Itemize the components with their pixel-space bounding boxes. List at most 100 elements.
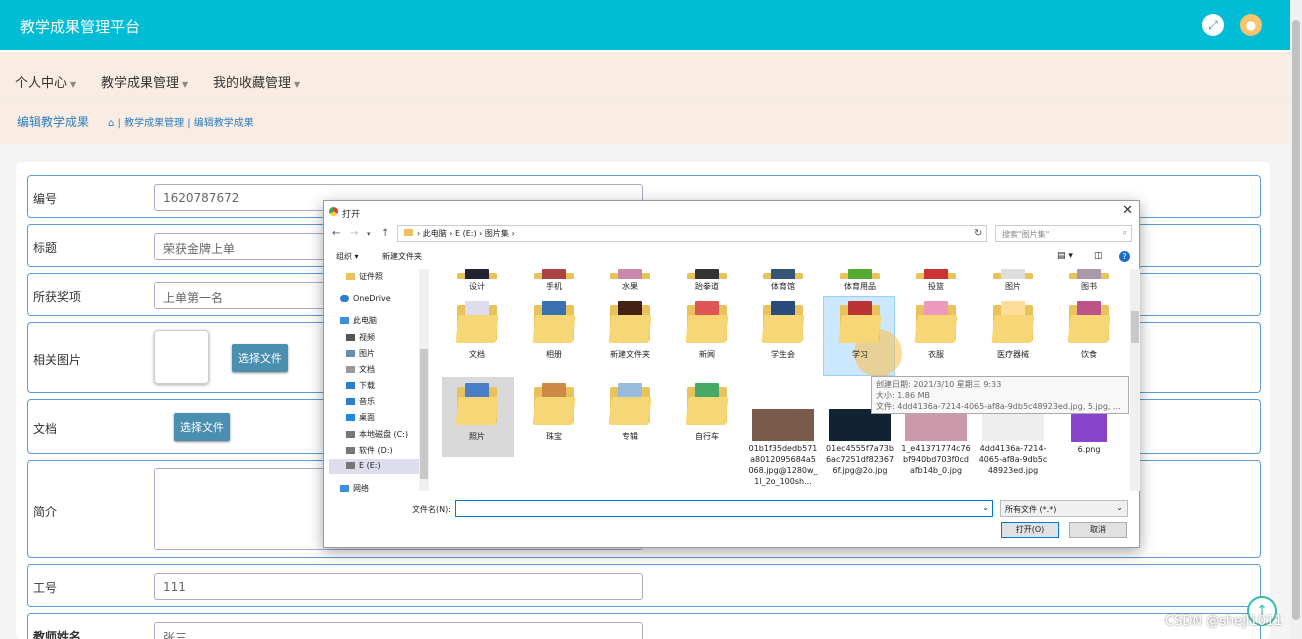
file-label: 1_e41371774c76bf940bd703f0cdafb14b_0.jpg bbox=[901, 444, 971, 475]
fullscreen-icon[interactable]: ⤢ bbox=[1202, 14, 1224, 36]
image-file-tile[interactable]: 1_e41371774c76bf940bd703f0cdafb14b_0.jpg bbox=[901, 409, 971, 476]
sidebar-item-drive-d[interactable]: 软件 (D:) bbox=[346, 445, 393, 456]
folder-tile[interactable]: 体育用品 bbox=[825, 269, 895, 292]
folder-tile[interactable]: 设计 bbox=[442, 269, 512, 292]
folder-tile[interactable]: 文档 bbox=[442, 301, 512, 360]
folder-tile[interactable]: 手机 bbox=[519, 269, 589, 292]
image-file-tile[interactable]: 01ec4555f7a73b6ac7251df823676f.jpg@2o.jp… bbox=[825, 409, 895, 476]
sidebar-item-id-photos[interactable]: 证件照 bbox=[346, 271, 383, 282]
watermark: CSDN @shejl1011 bbox=[1165, 614, 1283, 629]
folder-tile[interactable]: 投篮 bbox=[901, 269, 971, 292]
folder-tile[interactable]: 新建文件夹 bbox=[595, 301, 665, 360]
folder-tile[interactable]: 相册 bbox=[519, 301, 589, 360]
dialog-title: 打开 bbox=[342, 210, 361, 220]
folder-tile[interactable]: 饮食 bbox=[1054, 301, 1124, 360]
folder-tile[interactable]: 水果 bbox=[595, 269, 665, 292]
sidebar-item-onedrive[interactable]: OneDrive bbox=[340, 294, 391, 303]
nav-pane-scrollbar[interactable] bbox=[419, 269, 429, 491]
page-scrollbar-thumb[interactable] bbox=[1292, 20, 1300, 620]
avatar[interactable]: ● bbox=[1240, 14, 1262, 36]
sidebar-item-music[interactable]: 音乐 bbox=[346, 396, 375, 407]
folder-tile[interactable]: 新闻 bbox=[672, 301, 742, 360]
new-folder-button[interactable]: 新建文件夹 bbox=[382, 251, 422, 262]
organize-menu[interactable]: 组织 ▾ bbox=[336, 251, 359, 262]
preview-pane-icon[interactable]: ◫ bbox=[1094, 251, 1103, 261]
address-bar[interactable]: › 此电脑 › E (E:) › 图片集 › bbox=[397, 225, 987, 242]
folder-tile[interactable]: 跆拳道 bbox=[672, 269, 742, 292]
sidebar-item-videos[interactable]: 视频 bbox=[346, 332, 375, 343]
menu-favorites-management[interactable]: 我的收藏管理 ▼ bbox=[213, 72, 300, 91]
cancel-button[interactable]: 取消 bbox=[1069, 522, 1127, 538]
folder-tile[interactable]: 衣服 bbox=[901, 301, 971, 360]
view-options-icon[interactable]: ▤ ▾ bbox=[1057, 251, 1073, 261]
up-icon[interactable]: ↑ bbox=[381, 228, 389, 239]
sidebar-item-downloads[interactable]: 下载 bbox=[346, 380, 375, 391]
filename-input[interactable]: ⌄ bbox=[455, 500, 993, 517]
folder-tile[interactable]: 专辑 bbox=[595, 383, 665, 442]
open-button[interactable]: 打开(O) bbox=[1001, 522, 1059, 538]
sidebar-item-pictures[interactable]: 图片 bbox=[346, 348, 375, 359]
folder-tile[interactable]: 珠宝 bbox=[519, 383, 589, 442]
sidebar-item-drive-e[interactable]: E (E:) bbox=[346, 461, 381, 470]
image-file-tile[interactable]: 01b1f35dedb571a8012095684a5068.jpg@1280w… bbox=[748, 409, 818, 487]
forward-icon[interactable]: → bbox=[350, 228, 358, 239]
file-label: 4dd4136a-7214-4065-af8a-9db5c48923ed.jpg bbox=[978, 444, 1048, 475]
back-icon[interactable]: ← bbox=[332, 228, 340, 239]
file-label: 医疗器械 bbox=[997, 350, 1029, 359]
nav-pane-scrollbar-thumb[interactable] bbox=[420, 349, 428, 479]
chrome-icon bbox=[329, 207, 338, 216]
refresh-icon[interactable]: ↻ bbox=[974, 228, 982, 239]
field-label: 教师姓名 bbox=[33, 630, 82, 639]
file-label: 照片 bbox=[469, 432, 485, 441]
sidebar-item-drive-c[interactable]: 本地磁盘 (C:) bbox=[346, 429, 408, 440]
folder-tile[interactable]: 照片 bbox=[442, 383, 512, 442]
sidebar-item-this-pc[interactable]: 此电脑 bbox=[340, 315, 377, 326]
folder-icon bbox=[685, 269, 729, 279]
close-icon[interactable]: ✕ bbox=[1122, 203, 1133, 218]
chevron-down-icon: ⌄ bbox=[1116, 503, 1123, 512]
folder-icon bbox=[608, 269, 652, 279]
folder-icon bbox=[685, 383, 729, 427]
folder-tile[interactable]: 图书 bbox=[1054, 269, 1124, 292]
choose-doc-button[interactable]: 选择文件 bbox=[174, 413, 230, 441]
recent-chevron-icon[interactable]: ▾ bbox=[367, 230, 371, 238]
chevron-down-icon: ▼ bbox=[70, 80, 77, 89]
worker-id-input[interactable]: 111 bbox=[154, 573, 643, 600]
folder-icon bbox=[532, 301, 576, 345]
file-label: 跆拳道 bbox=[695, 282, 719, 291]
file-label: 投篮 bbox=[928, 282, 944, 291]
file-list-scrollbar-thumb[interactable] bbox=[1131, 311, 1139, 343]
search-input[interactable]: 搜索"图片集" ⌕ bbox=[995, 225, 1132, 242]
teacher-input[interactable]: 张三 bbox=[154, 622, 643, 639]
top-bar: 教学成果管理平台 ⤢ ● bbox=[0, 0, 1290, 50]
menu-personal-center[interactable]: 个人中心 ▼ bbox=[15, 72, 76, 91]
folder-tile[interactable]: 学生会 bbox=[748, 301, 818, 360]
field-label: 工号 bbox=[33, 581, 58, 595]
file-label: 专辑 bbox=[622, 432, 638, 441]
folder-tile[interactable]: 自行车 bbox=[672, 383, 742, 442]
folder-icon bbox=[914, 301, 958, 345]
folder-tile[interactable]: 体育馆 bbox=[748, 269, 818, 292]
help-icon[interactable]: ? bbox=[1119, 251, 1130, 262]
image-preview bbox=[154, 330, 209, 384]
choose-image-button[interactable]: 选择文件 bbox=[232, 344, 288, 372]
drive-icon bbox=[346, 462, 355, 469]
sidebar-item-desktop[interactable]: 桌面 bbox=[346, 412, 375, 423]
folder-tile[interactable]: 医疗器械 bbox=[978, 301, 1048, 360]
file-list-scrollbar[interactable] bbox=[1130, 269, 1140, 491]
chevron-down-icon[interactable]: ⌄ bbox=[982, 503, 989, 512]
filetype-select[interactable]: 所有文件 (*.*) ⌄ bbox=[1000, 500, 1128, 517]
sidebar-item-documents[interactable]: 文档 bbox=[346, 364, 375, 375]
folder-tile[interactable]: 图片 bbox=[978, 269, 1048, 292]
menu-achievement-management[interactable]: 教学成果管理 ▼ bbox=[101, 72, 188, 91]
folder-tile[interactable]: 学习 bbox=[825, 301, 895, 360]
sidebar-item-network[interactable]: 网络 bbox=[340, 483, 369, 494]
home-icon[interactable]: ⌂ bbox=[108, 118, 118, 129]
image-file-tile[interactable]: 4dd4136a-7214-4065-af8a-9db5c48923ed.jpg bbox=[978, 409, 1048, 476]
folder-tooltip: 创建日期: 2021/3/10 星期三 9:33 大小: 1.86 MB 文件:… bbox=[871, 376, 1129, 414]
file-label: 珠宝 bbox=[546, 432, 562, 441]
folder-icon bbox=[761, 301, 805, 345]
cloud-icon bbox=[340, 295, 349, 302]
field-label: 编号 bbox=[33, 192, 58, 206]
folder-icon bbox=[1067, 269, 1111, 279]
